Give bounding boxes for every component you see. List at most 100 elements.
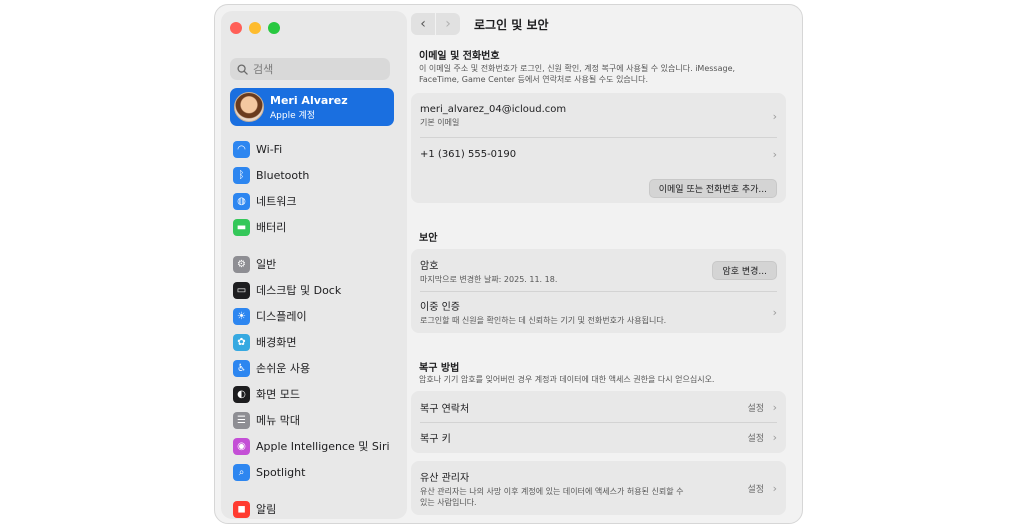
recovery-key-value: 설정: [747, 433, 764, 444]
battery-icon: ▬: [233, 218, 250, 236]
sidebar-item-notifications[interactable]: ◼ 알림: [230, 496, 394, 519]
two-factor-row[interactable]: 이중 인증 로그인할 때 신원을 확인하는 데 신뢰하는 기기 및 전화번호가 …: [411, 293, 786, 331]
siri-icon: ◉: [233, 437, 250, 455]
search-icon: [237, 60, 248, 79]
two-factor-desc: 로그인할 때 신원을 확인하는 데 신뢰하는 기기 및 전화번호가 사용됩니다.: [420, 316, 667, 325]
sidebar-item-label: 배경화면: [256, 336, 297, 349]
sidebar-item-label: Bluetooth: [256, 168, 310, 182]
desc-line: 있는 사람입니다.: [420, 497, 477, 507]
sidebar-group-system: ⚙ 일반 ▭ 데스크탑 및 Dock ☀ 디스플레이 ✿ 배경화면 ♿ 손쉬운 사용 ◐ 화면 모드 ☰…: [230, 251, 394, 485]
search-field[interactable]: [230, 58, 390, 80]
avatar: [234, 92, 264, 122]
sidebar-item-appearance[interactable]: ◐ 화면 모드: [230, 381, 394, 407]
section-title-security: 보안: [419, 233, 438, 244]
password-row: 암호 마지막으로 변경한 날짜: 2025. 11. 18. 암호 변경...: [411, 253, 786, 289]
recovery-key-label: 복구 키: [420, 433, 451, 445]
recovery-contacts-value: 설정: [747, 403, 764, 414]
menu-bar-icon: ☰: [233, 411, 250, 429]
chevron-left-icon: ‹: [420, 16, 426, 32]
bluetooth-icon: ᛒ: [233, 166, 250, 184]
legacy-contact-row[interactable]: 유산 관리자 유산 관리자는 나의 사망 이후 계정에 있는 데이터에 액세스가…: [411, 465, 786, 511]
sidebar-item-label: 디스플레이: [256, 310, 307, 323]
sidebar-item-battery[interactable]: ▬ 배터리: [230, 214, 394, 240]
section-title-recovery: 복구 방법: [419, 363, 460, 374]
globe-icon: ◍: [233, 192, 250, 210]
sidebar-item-wallpaper[interactable]: ✿ 배경화면: [230, 329, 394, 355]
legacy-contact-desc: 유산 관리자는 나의 사망 이후 계정에 있는 데이터에 액세스가 허용된 신뢰…: [420, 486, 684, 508]
sidebar-item-siri[interactable]: ◉ Apple Intelligence 및 Siri: [230, 433, 394, 459]
back-button[interactable]: ‹: [411, 13, 435, 35]
sidebar-item-label: 알림: [256, 503, 277, 516]
sidebar-item-label: Spotlight: [256, 465, 306, 479]
sidebar-item-menu-bar[interactable]: ☰ 메뉴 막대: [230, 407, 394, 433]
forward-button[interactable]: ›: [436, 13, 460, 35]
gear-icon: ⚙: [233, 255, 250, 273]
sidebar-item-label: 네트워크: [256, 195, 297, 208]
sidebar-item-label: 손쉬운 사용: [256, 362, 311, 375]
add-email-phone-button[interactable]: 이메일 또는 전화번호 추가...: [648, 179, 777, 198]
page-title: 로그인 및 보안: [474, 17, 549, 32]
phone-row[interactable]: +1 (361) 555-0190 ›: [411, 139, 786, 169]
display-icon: ☀: [233, 307, 250, 325]
sidebar-item-label: 메뉴 막대: [256, 414, 300, 427]
sidebar-item-label: 일반: [256, 258, 277, 271]
sidebar-item-spotlight[interactable]: ⌕ Spotlight: [230, 459, 394, 485]
toolbar: ‹ › 로그인 및 보안: [411, 11, 549, 37]
appearance-icon: ◐: [233, 385, 250, 403]
desc-line: 유산 관리자는 나의 사망 이후 계정에 있는 데이터에 액세스가 허용된 신뢰…: [420, 486, 684, 496]
recovery-contacts-label: 복구 연락처: [420, 403, 470, 415]
sidebar-item-label: Apple Intelligence 및 Siri: [256, 440, 390, 453]
minimize-window-button[interactable]: [249, 22, 261, 34]
zoom-window-button[interactable]: [268, 22, 280, 34]
desc-line: FaceTime, Game Center 등에서 연락처로 사용될 수도 있습…: [419, 75, 649, 84]
section-title-email-phone: 이메일 및 전화번호: [419, 51, 500, 62]
close-window-button[interactable]: [230, 22, 242, 34]
accessibility-icon: ♿: [233, 359, 250, 377]
email-subtitle: 기본 이메일: [420, 118, 460, 127]
account-name: Meri Alvarez: [270, 93, 348, 107]
chevron-right-icon: ›: [772, 400, 777, 414]
sidebar: Meri Alvarez Apple 계정 ◠ Wi-Fi ᛒ Bluetooth ◍ 네…: [221, 11, 407, 519]
sidebar-item-apple-account[interactable]: Meri Alvarez Apple 계정: [230, 88, 394, 126]
two-factor-label: 이중 인증: [420, 302, 460, 313]
sidebar-item-globe[interactable]: ◍ 네트워크: [230, 188, 394, 214]
chevron-right-icon: ›: [772, 430, 777, 444]
sidebar-item-label: 화면 모드: [256, 388, 300, 401]
legacy-group: 유산 관리자 유산 관리자는 나의 사망 이후 계정에 있는 데이터에 액세스가…: [411, 461, 786, 515]
recovery-contacts-row[interactable]: 복구 연락처 설정 ›: [411, 393, 786, 421]
sidebar-item-label: Wi-Fi: [256, 142, 283, 156]
search-input[interactable]: [253, 62, 383, 76]
main-pane: ‹ › 로그인 및 보안 이메일 및 전화번호 이 이메일 주소 및 전화번호가…: [411, 5, 802, 523]
password-label: 암호: [420, 261, 439, 272]
email-row[interactable]: meri_alvarez_04@icloud.com 기본 이메일 ›: [411, 97, 786, 135]
settings-window: Meri Alvarez Apple 계정 ◠ Wi-Fi ᛒ Bluetooth ◍ 네…: [214, 4, 803, 524]
password-last-changed: 마지막으로 변경한 날짜: 2025. 11. 18.: [420, 275, 558, 284]
sidebar-group-connectivity: ◠ Wi-Fi ᛒ Bluetooth ◍ 네트워크 ▬ 배터리: [230, 136, 394, 240]
chevron-right-icon: ›: [772, 305, 777, 319]
chevron-right-icon: ›: [445, 16, 451, 32]
chevron-right-icon: ›: [772, 481, 777, 495]
sidebar-item-bluetooth[interactable]: ᛒ Bluetooth: [230, 162, 394, 188]
recovery-key-row[interactable]: 복구 키 설정 ›: [411, 423, 786, 451]
recovery-group: 복구 연락처 설정 › 복구 키 설정 ›: [411, 391, 786, 453]
legacy-contact-value: 설정: [747, 484, 764, 495]
chevron-right-icon: ›: [772, 147, 777, 161]
sidebar-item-label: 데스크탑 및 Dock: [256, 284, 342, 297]
sidebar-item-label: 배터리: [256, 221, 287, 234]
sidebar-item-display[interactable]: ☀ 디스플레이: [230, 303, 394, 329]
chevron-right-icon: ›: [772, 109, 777, 123]
spotlight-icon: ⌕: [233, 463, 250, 481]
email-phone-group: meri_alvarez_04@icloud.com 기본 이메일 › +1 (…: [411, 93, 786, 203]
email-address: meri_alvarez_04@icloud.com: [420, 104, 567, 115]
sidebar-item-gear[interactable]: ⚙ 일반: [230, 251, 394, 277]
change-password-button[interactable]: 암호 변경...: [712, 261, 777, 280]
desc-line: 이 이메일 주소 및 전화번호가 로그인, 신원 확인, 계정 복구에 사용될 …: [419, 64, 736, 73]
sidebar-item-accessibility[interactable]: ♿ 손쉬운 사용: [230, 355, 394, 381]
legacy-contact-label: 유산 관리자: [420, 472, 470, 484]
sidebar-item-wifi[interactable]: ◠ Wi-Fi: [230, 136, 394, 162]
wifi-icon: ◠: [233, 140, 250, 158]
window-controls: [230, 22, 280, 34]
account-subtitle: Apple 계정: [270, 110, 316, 121]
wallpaper-icon: ✿: [233, 333, 250, 351]
sidebar-item-dock[interactable]: ▭ 데스크탑 및 Dock: [230, 277, 394, 303]
